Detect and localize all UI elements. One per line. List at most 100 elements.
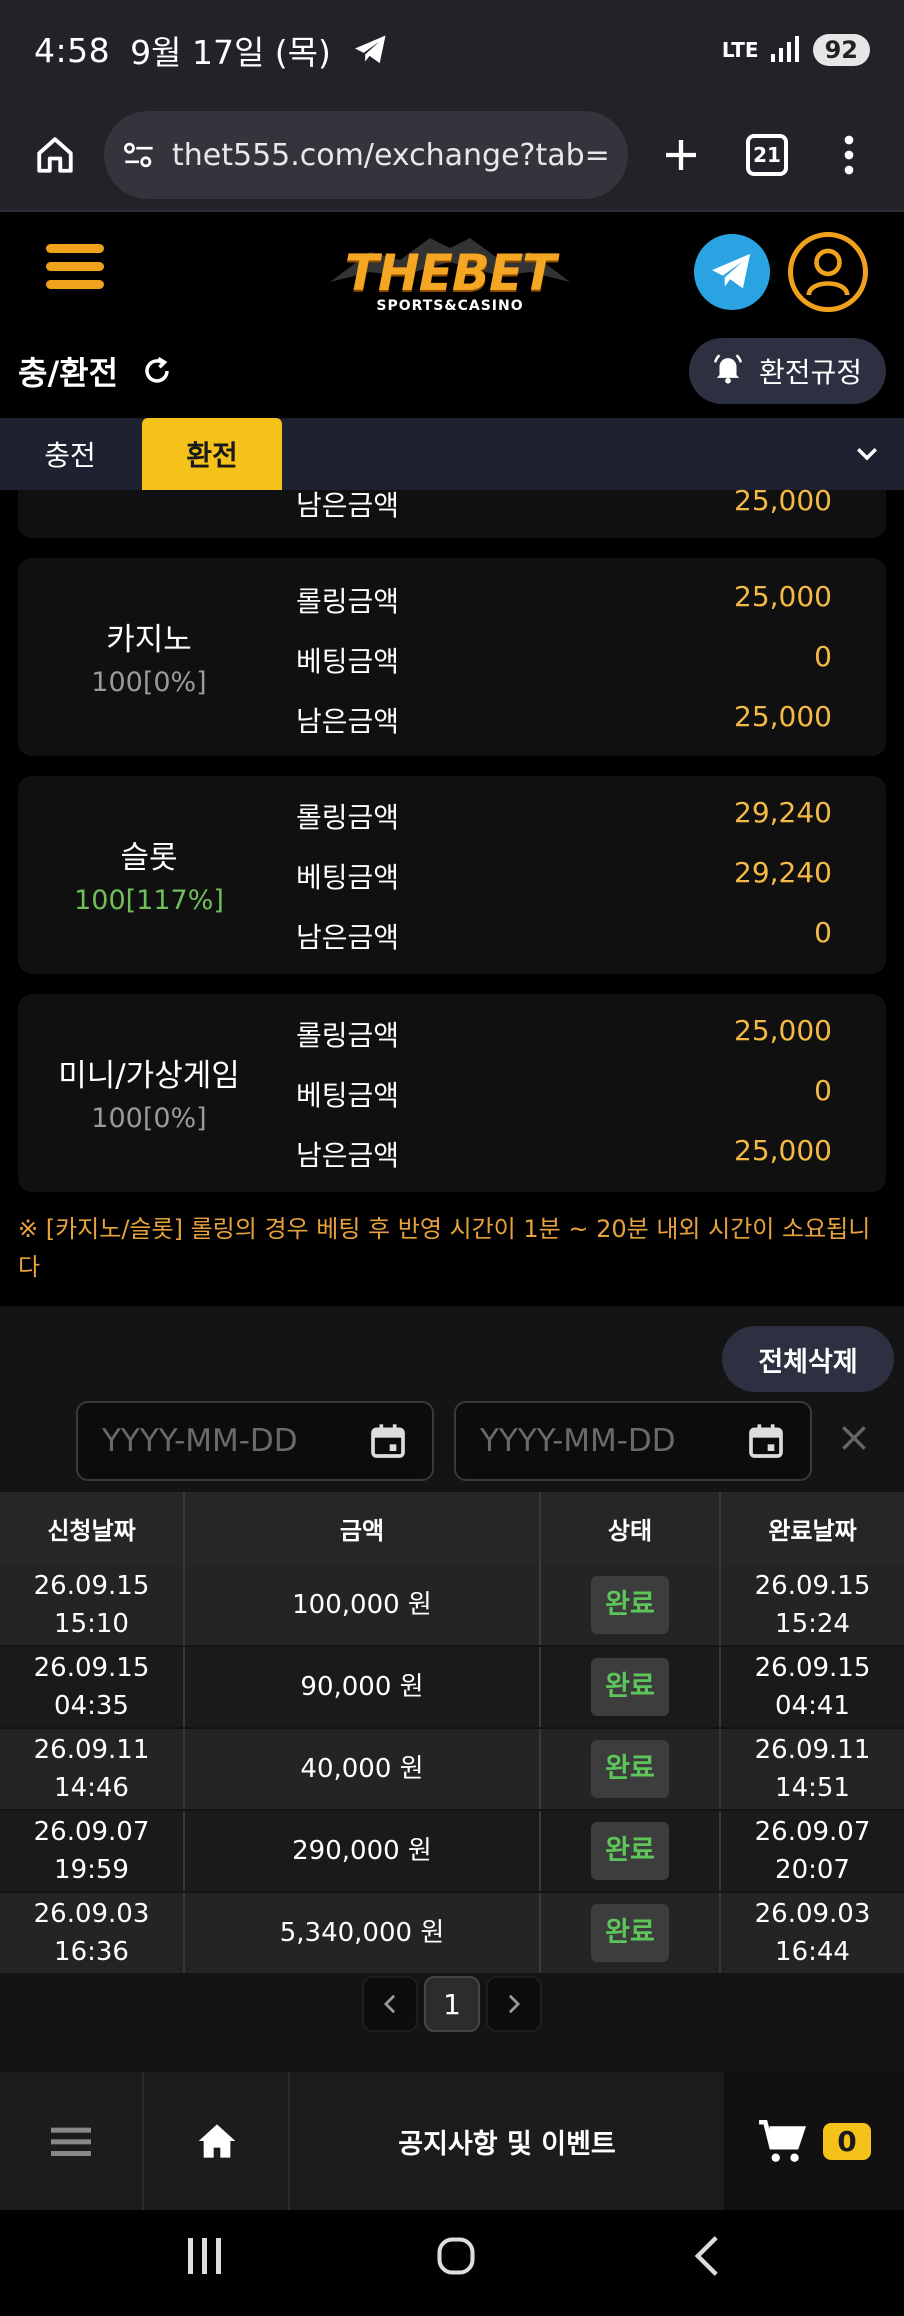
amount: 40,000 원	[184, 1728, 541, 1811]
signal-icon	[770, 31, 801, 70]
request-datetime: 26.09.03 16:36	[0, 1892, 185, 1975]
betting-value: 0	[814, 1074, 832, 1107]
delete-all-button[interactable]: 전체삭제	[722, 1326, 894, 1392]
bottom-nav: 공지사항 및 이벤트 0	[0, 2072, 904, 2210]
menu-icon[interactable]	[0, 2072, 144, 2210]
rolling-label: 롤링금액	[296, 585, 400, 618]
date-from-field[interactable]: YYYY-MM-DD	[76, 1401, 434, 1481]
cart-icon	[759, 2119, 807, 2162]
rolling-game-percent: 100[0%]	[91, 667, 207, 698]
date-to-field[interactable]: YYYY-MM-DD	[454, 1401, 812, 1481]
rolling-game-name: 미니/가상게임	[58, 1058, 240, 1094]
betslip-button[interactable]: 0	[724, 2072, 904, 2210]
partial-card-label: 남은금액	[296, 489, 400, 522]
refresh-icon[interactable]	[142, 356, 172, 386]
battery-indicator: 92	[812, 34, 870, 66]
tab-deposit[interactable]: 충전	[0, 418, 140, 490]
rolling-game: 카지노 100[0%]	[18, 614, 280, 698]
status-badge: 완료	[591, 1658, 669, 1716]
status-badge: 완료	[591, 1740, 669, 1798]
tune-icon[interactable]	[122, 140, 156, 170]
remaining-label: 남은금액	[296, 1139, 400, 1172]
tab-bar: 충전 환전	[0, 418, 904, 490]
status-date: 9월 17일 (목)	[130, 33, 331, 72]
telegram-icon[interactable]	[694, 234, 770, 310]
tab-switcher-button[interactable]: 21	[732, 120, 802, 190]
url-text: thet555.com/exchange?tab=	[172, 137, 610, 173]
amount: 100,000 원	[184, 1564, 541, 1647]
rolling-label: 롤링금액	[296, 1019, 400, 1052]
status-time: 4:58	[34, 30, 111, 70]
network-type: LTE	[721, 38, 759, 62]
table-row: 26.09.15 15:10 100,000 원 완료 26.09.15 15:24	[0, 1564, 904, 1647]
rolling-label: 롤링금액	[296, 801, 400, 834]
status-bar: 4:58 9월 17일 (목) LTE 92	[0, 0, 904, 100]
address-bar[interactable]: thet555.com/exchange?tab=	[104, 111, 628, 199]
cart-count-badge: 0	[823, 2122, 871, 2160]
logo-brand: THEBET	[344, 244, 556, 302]
chevron-down-icon[interactable]	[852, 438, 882, 472]
rolling-notice: ※ [카지노/슬롯] 롤링의 경우 베팅 후 반영 시간이 1분 ~ 20분 내…	[18, 1215, 871, 1281]
request-datetime: 26.09.07 19:59	[0, 1810, 185, 1893]
rolling-game: 슬롯 100[117%]	[18, 832, 280, 916]
column-status: 상태	[540, 1492, 721, 1564]
column-complete-date: 완료날짜	[720, 1492, 904, 1564]
column-request-date: 신청날짜	[0, 1492, 185, 1564]
new-tab-button[interactable]	[646, 120, 716, 190]
remaining-label: 남은금액	[296, 705, 400, 738]
complete-datetime: 26.09.11 14:51	[720, 1728, 904, 1811]
user-icon[interactable]	[788, 232, 868, 312]
telegram-notification-icon	[353, 34, 389, 66]
rolling-card-partial: 남은금액 25,000	[18, 484, 886, 538]
prev-page-button[interactable]	[362, 1976, 418, 2032]
next-page-button[interactable]	[486, 1976, 542, 2032]
request-datetime: 26.09.11 14:46	[0, 1728, 185, 1811]
status-badge: 완료	[591, 1904, 669, 1962]
betting-label: 베팅금액	[296, 645, 400, 678]
site-logo[interactable]: THEBET SPORTS&CASINO	[330, 232, 570, 322]
tab-withdraw[interactable]: 환전	[142, 418, 282, 490]
more-icon[interactable]	[814, 120, 884, 190]
calendar-icon[interactable]	[746, 1421, 786, 1461]
complete-datetime: 26.09.15 15:24	[720, 1564, 904, 1647]
rolling-value: 25,000	[734, 580, 832, 613]
table-row: 26.09.15 04:35 90,000 원 완료 26.09.15 04:41	[0, 1646, 904, 1729]
exchange-rules-button[interactable]: 환전규정	[688, 338, 886, 404]
notice-events-link[interactable]: 공지사항 및 이벤트	[292, 2072, 722, 2210]
date-from-placeholder: YYYY-MM-DD	[102, 1423, 298, 1459]
complete-datetime: 26.09.03 16:44	[720, 1892, 904, 1975]
column-amount: 금액	[184, 1492, 541, 1564]
remaining-label: 남은금액	[296, 921, 400, 954]
home-icon[interactable]	[20, 120, 90, 190]
page-number[interactable]: 1	[424, 1976, 480, 2032]
home-icon[interactable]	[146, 2072, 290, 2210]
rolling-card-mini: 미니/가상게임 100[0%] 롤링금액 25,000 베팅금액 0 남은금액 …	[18, 994, 886, 1192]
exchange-rules-label: 환전규정	[758, 356, 862, 389]
plus-icon	[666, 140, 696, 170]
tab-count: 21	[746, 134, 788, 176]
request-datetime: 26.09.15 15:10	[0, 1564, 185, 1647]
complete-datetime: 26.09.07 20:07	[720, 1810, 904, 1893]
amount: 90,000 원	[184, 1646, 541, 1729]
close-icon[interactable]	[838, 1422, 870, 1458]
remaining-value: 25,000	[734, 700, 832, 733]
table-row: 26.09.11 14:46 40,000 원 완료 26.09.11 14:51	[0, 1728, 904, 1811]
date-to-placeholder: YYYY-MM-DD	[480, 1423, 676, 1459]
table-row: 26.09.07 19:59 290,000 원 완료 26.09.07 20:07	[0, 1810, 904, 1893]
rolling-game-name: 카지노	[106, 622, 192, 658]
remaining-value: 25,000	[734, 1134, 832, 1167]
calendar-icon[interactable]	[368, 1421, 408, 1461]
recent-apps-icon[interactable]	[184, 2234, 224, 2282]
request-datetime: 26.09.15 04:35	[0, 1646, 185, 1729]
menu-icon[interactable]	[46, 244, 104, 292]
amount: 290,000 원	[184, 1810, 541, 1893]
rolling-game: 미니/가상게임 100[0%]	[18, 1050, 280, 1134]
logo-subtitle: SPORTS&CASINO	[376, 298, 524, 314]
rolling-game-name: 슬롯	[120, 840, 178, 876]
withdraw-history-section: 전체삭제 YYYY-MM-DD YYYY-MM-DD 신청날짜 금액 상태 완료…	[0, 1306, 904, 2072]
rolling-game-percent: 100[117%]	[74, 885, 224, 916]
rolling-value: 25,000	[734, 1014, 832, 1047]
system-home-icon[interactable]	[434, 2234, 478, 2282]
system-back-icon[interactable]	[690, 2234, 724, 2282]
rolling-card-casino: 카지노 100[0%] 롤링금액 25,000 베팅금액 0 남은금액 25,0…	[18, 558, 886, 756]
